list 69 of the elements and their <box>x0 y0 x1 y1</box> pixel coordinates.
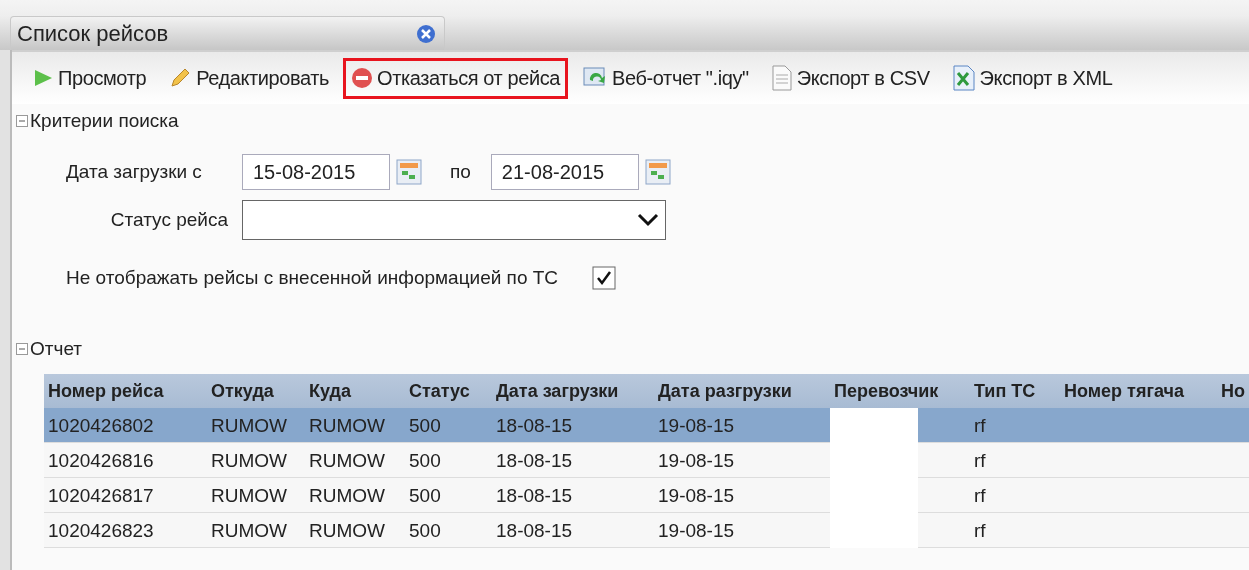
table-cell-text: 1020426817 <box>47 484 155 507</box>
toolbar-button[interactable]: Отказаться от рейса <box>343 57 569 99</box>
toolbar-button[interactable]: Экспорт в CSV <box>762 56 938 100</box>
calendar-icon[interactable] <box>396 159 422 185</box>
column-header[interactable]: Номер тягача <box>1060 380 1217 402</box>
table-cell-text: 18-08-15 <box>495 484 574 507</box>
column-header[interactable]: Откуда <box>207 380 305 402</box>
document-icon <box>770 65 793 91</box>
checkbox-label: Не отображать рейсы с внесенной информацией по ТС <box>66 267 559 289</box>
table-cell-text: 19-08-15 <box>657 519 736 542</box>
table-row[interactable]: 1020426817 RUMOW RUMOW 500 18-08-15 19-08-15 rf <box>44 478 1249 513</box>
date-field[interactable]: 15-08-2015 <box>242 154 390 190</box>
checkbox[interactable] <box>592 266 617 290</box>
play-icon <box>32 68 54 88</box>
date-field[interactable]: 21-08-2015 <box>490 154 639 190</box>
field-label: Статус рейса <box>109 209 228 231</box>
table-cell-text: 1020426802 <box>47 414 155 437</box>
toolbar-button[interactable]: Редактировать <box>160 57 338 99</box>
section-title: Отчет <box>30 338 83 360</box>
column-header[interactable]: Перевозчик <box>830 380 970 402</box>
window-title: Список рейсов <box>17 20 169 47</box>
table-cell-text: RUMOW <box>210 414 288 437</box>
table-row[interactable]: 1020426816 RUMOW RUMOW 500 18-08-15 19-08-15 rf <box>44 443 1249 478</box>
collapse-toggle[interactable] <box>16 115 28 127</box>
table-cell-text: RUMOW <box>210 449 288 472</box>
column-header[interactable]: Тип ТС <box>970 380 1060 402</box>
table-cell-text: 500 <box>408 519 442 542</box>
table-cell-text: 19-08-15 <box>657 449 736 472</box>
table-cell-text: RUMOW <box>308 519 386 542</box>
table-cell-text: 500 <box>408 414 442 437</box>
table-cell-text: 1020426816 <box>47 449 155 472</box>
column-header[interactable]: Но <box>1217 380 1249 402</box>
field-label: Дата загрузки с <box>66 161 203 183</box>
calendar-icon[interactable] <box>644 159 671 185</box>
column-header[interactable]: Дата загрузки <box>492 380 654 402</box>
toolbar-button[interactable]: Просмотр <box>24 57 155 99</box>
toolbar-button[interactable]: Экспорт в XML <box>943 56 1121 100</box>
table-cell-text: RUMOW <box>308 449 386 472</box>
table-cell-text: rf <box>973 414 987 437</box>
table-row[interactable]: 1020426823 RUMOW RUMOW 500 18-08-15 19-08-15 rf <box>44 513 1249 548</box>
collapse-toggle[interactable] <box>16 343 28 355</box>
table-cell-text: RUMOW <box>210 519 288 542</box>
toolbar-button[interactable]: Веб-отчет ".iqy" <box>574 57 757 99</box>
no-entry-icon <box>351 67 374 89</box>
table-cell-text: RUMOW <box>308 414 386 437</box>
table-cell-text: 18-08-15 <box>495 414 574 437</box>
column-header[interactable]: Куда <box>305 380 405 402</box>
table-cell-text: RUMOW <box>308 484 386 507</box>
table-cell-text: 18-08-15 <box>495 449 574 472</box>
column-header[interactable]: Статус <box>405 380 492 402</box>
table-cell-text: 1020426823 <box>47 519 155 542</box>
table-cell-text: 500 <box>408 484 442 507</box>
table-cell-text: 19-08-15 <box>657 414 736 437</box>
column-header[interactable]: Дата разгрузки <box>654 380 830 402</box>
field-label: по <box>450 161 471 183</box>
table-cell-text: rf <box>973 519 987 542</box>
chevron-down-icon <box>637 213 659 227</box>
table-row[interactable]: 1020426802 RUMOW RUMOW 500 18-08-15 19-08-15 rf <box>44 408 1249 443</box>
spreadsheet-icon <box>951 65 976 91</box>
table-cell-text: 500 <box>408 449 442 472</box>
table-cell-text: rf <box>973 484 987 507</box>
table-cell-text: RUMOW <box>210 484 288 507</box>
column-header[interactable]: Номер рейса <box>44 380 207 402</box>
table-cell-text: rf <box>973 449 987 472</box>
status-dropdown[interactable] <box>242 200 666 240</box>
table-cell-text: 18-08-15 <box>495 519 574 542</box>
table-cell-text: 19-08-15 <box>657 484 736 507</box>
close-icon[interactable] <box>416 23 436 44</box>
section-title: Критерии поиска <box>30 110 179 132</box>
